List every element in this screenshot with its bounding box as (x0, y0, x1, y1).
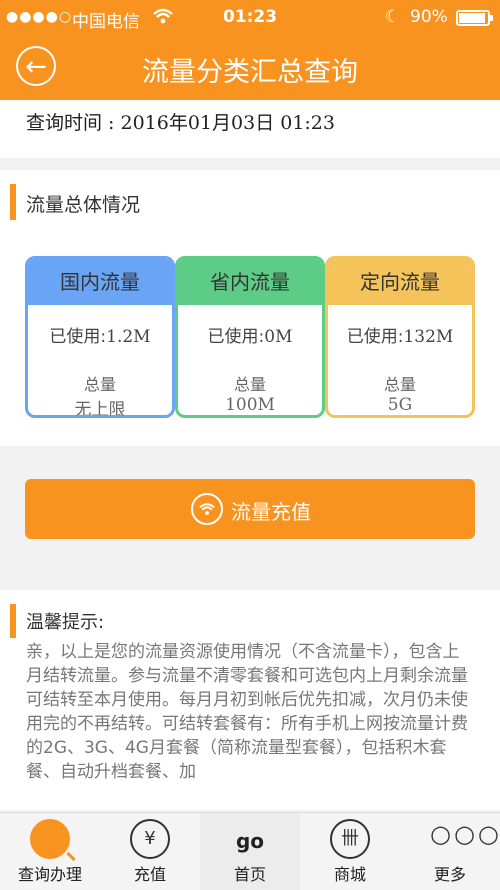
recharge-label: 流量充值 (231, 500, 311, 524)
used-amount: 已使用:1.2M (49, 327, 151, 347)
total-value: 100M (225, 395, 275, 415)
tab-more[interactable]: ○○○ 更多 (400, 813, 500, 890)
tab-label: 商城 (333, 865, 366, 884)
overview-section: 流量总体情况 国内流量 已使用:1.2M 总量 无上限 省内流量 已使用:0M … (0, 170, 500, 446)
recharge-section: 流量充值 (0, 458, 500, 580)
card-title: 省内流量 (178, 259, 322, 305)
tab-shop[interactable]: 卌 商城 (300, 813, 400, 890)
used-amount: 已使用:0M (207, 327, 293, 347)
section-accent-bar (10, 184, 16, 220)
tips-section: 温馨提示: 亲，以上是您的流量资源使用情况（不含流量卡），包含上月结转流量。参与… (0, 590, 500, 810)
yuan-icon: ¥ (130, 819, 170, 859)
go-logo-icon: go (235, 829, 265, 853)
page-title: 流量分类汇总查询 (142, 57, 358, 88)
total-value: 无上限 (74, 400, 126, 418)
tab-label: 首页 (233, 865, 266, 884)
status-bar: ●●●●○ 中国电信 01:23 ☾ 90% (0, 0, 500, 36)
tab-query[interactable]: 查询办理 (0, 813, 100, 890)
tab-bar: 查询办理 ¥ 充值 go 首页 卌 商城 ○○○ 更多 (0, 812, 500, 890)
nav-bar: ← 流量分类汇总查询 (0, 36, 500, 100)
tab-label: 查询办理 (17, 865, 82, 884)
total-value: 5G (387, 395, 413, 415)
search-icon (30, 819, 70, 859)
tab-recharge[interactable]: ¥ 充值 (100, 813, 200, 890)
total-label: 总量 (83, 375, 116, 394)
tab-home[interactable]: go 首页 (200, 813, 300, 890)
shop-icon: 卌 (330, 819, 370, 859)
provincial-data-card[interactable]: 省内流量 已使用:0M 总量 100M (175, 256, 325, 418)
data-recharge-button[interactable]: 流量充值 (25, 479, 475, 539)
total-label: 总量 (233, 375, 266, 394)
query-time-text: 查询时间 : 2016年01月03日 01:23 (26, 112, 335, 134)
battery-icon (456, 10, 493, 26)
section-accent-bar (10, 604, 16, 638)
tips-body: 亲，以上是您的流量资源使用情况（不含流量卡），包含上月结转流量。参与流量不清零套… (26, 642, 468, 782)
tips-title: 温馨提示: (26, 612, 105, 633)
wifi-icon (191, 493, 223, 525)
overview-title: 流量总体情况 (26, 194, 141, 216)
moon-icon: ☾ (385, 7, 401, 27)
more-icon: ○○○ (430, 820, 500, 848)
tab-label: 更多 (433, 865, 466, 884)
battery-percent: 90% (410, 7, 448, 27)
query-time-section: 查询时间 : 2016年01月03日 01:23 (0, 100, 500, 158)
tab-label: 充值 (133, 865, 166, 884)
domestic-data-card[interactable]: 国内流量 已使用:1.2M 总量 无上限 (25, 256, 175, 418)
total-label: 总量 (383, 375, 416, 394)
card-title: 定向流量 (328, 259, 472, 305)
card-title: 国内流量 (28, 259, 172, 305)
targeted-data-card[interactable]: 定向流量 已使用:132M 总量 5G (325, 256, 475, 418)
used-amount: 已使用:132M (346, 327, 454, 347)
